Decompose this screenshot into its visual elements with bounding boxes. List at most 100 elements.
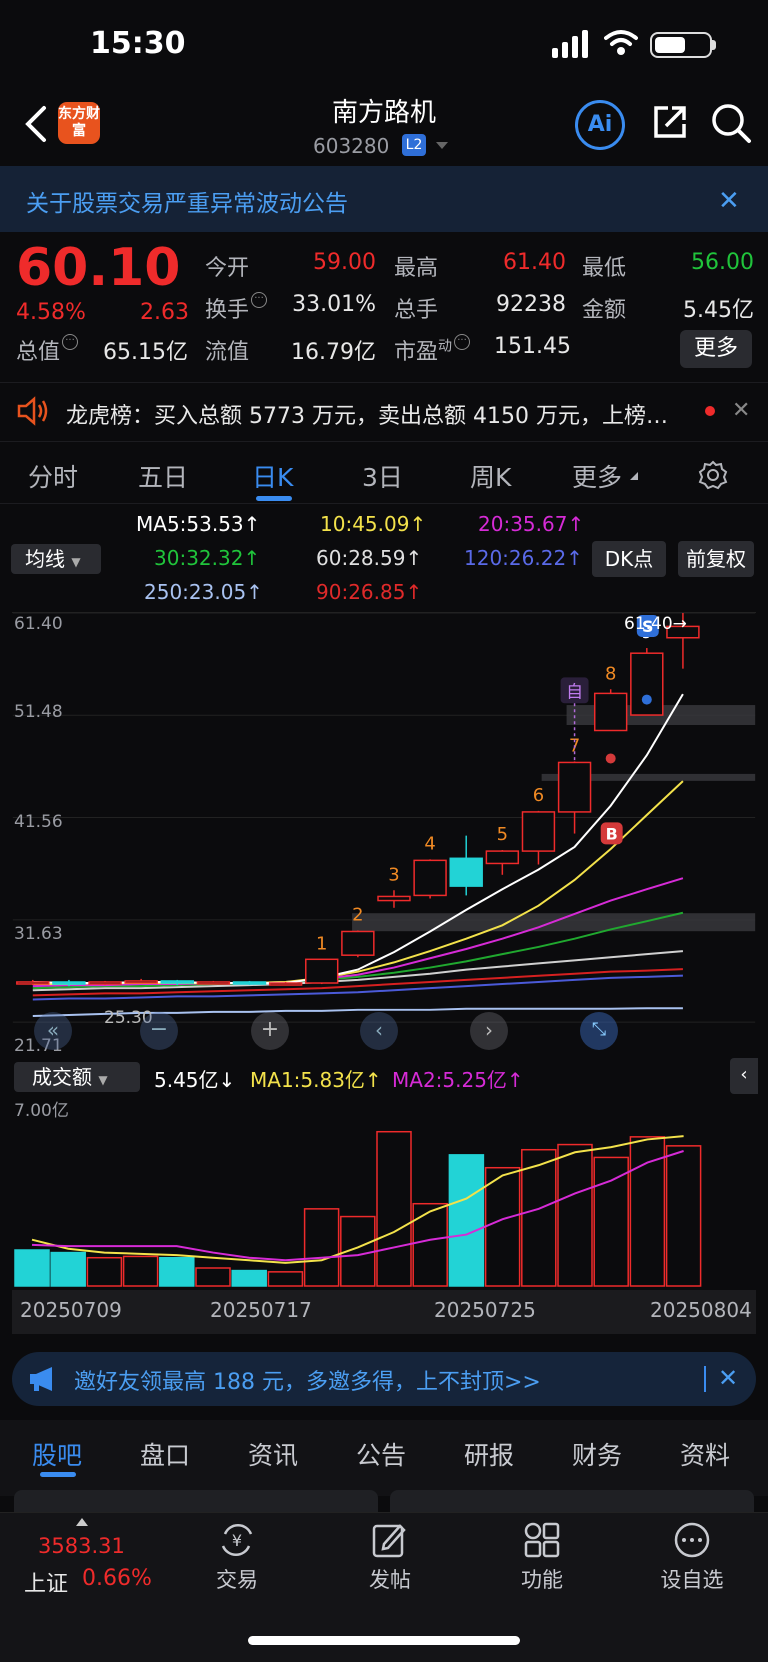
info-icon[interactable]: ··· (62, 334, 79, 350)
tab-more[interactable]: 更多 (572, 458, 622, 494)
scroll-right-icon[interactable]: › (470, 1012, 508, 1050)
volume-indicator-select[interactable]: 成交额 ▼ (14, 1062, 140, 1092)
mcap-value: 65.15亿 (103, 340, 188, 365)
ma10-value: 10:45.09↑ (320, 512, 427, 536)
scroll-left-icon[interactable]: ‹ (360, 1012, 398, 1050)
volume-ma2: MA2:5.25亿↑ (392, 1068, 524, 1092)
close-icon[interactable]: ✕ (732, 398, 750, 423)
tab-profile[interactable]: 资料 (680, 1436, 730, 1472)
tab-guba[interactable]: 股吧 (32, 1436, 82, 1472)
add-watchlist-label[interactable]: 设自选 (642, 1564, 742, 1594)
stock-code: 603280 (313, 134, 390, 158)
ai-button[interactable]: Ai (575, 100, 625, 150)
y-axis-label: 31.63 (14, 924, 63, 944)
td-count-label: 2 (352, 904, 363, 925)
volume-bar (593, 1156, 629, 1287)
home-indicator (248, 1636, 520, 1645)
volume-bar (267, 1271, 304, 1287)
share-icon[interactable] (650, 102, 690, 142)
tab-pankou[interactable]: 盘口 (140, 1436, 190, 1472)
close-icon[interactable]: ✕ (718, 1364, 738, 1392)
card-preview[interactable] (14, 1490, 378, 1512)
y-axis-label: 61.40 (14, 614, 63, 634)
post-label[interactable]: 发帖 (340, 1564, 440, 1594)
functions-icon[interactable] (522, 1520, 562, 1560)
dk-point-button[interactable]: DK点 (592, 541, 666, 577)
candlestick-chart[interactable]: 123456789BS自 (12, 612, 756, 1056)
index-value[interactable]: 3583.31 (38, 1534, 125, 1558)
l2-badge[interactable]: L2 (402, 134, 426, 156)
notice-text[interactable]: 关于股票交易严重异常波动公告 (26, 184, 348, 218)
search-icon[interactable] (710, 102, 752, 144)
invite-text[interactable]: 邀好友领最高 188 元，多邀多得，上不封顶>> (74, 1364, 541, 1396)
tab-three-day[interactable]: 3日 (362, 458, 403, 494)
trade-label[interactable]: 交易 (187, 1564, 287, 1594)
index-percent[interactable]: 0.66% (82, 1566, 152, 1591)
card-preview[interactable] (390, 1490, 754, 1512)
tab-minute[interactable]: 分时 (28, 458, 78, 494)
change-amount: 2.63 (140, 300, 189, 325)
candle-body (268, 982, 303, 986)
date-label: 20250717 (210, 1298, 312, 1322)
ma20-value: 20:35.67↑ (478, 512, 585, 536)
index-name[interactable]: 上证 (24, 1566, 68, 1598)
tab-daily-k[interactable]: 日K (252, 458, 293, 494)
collapse-panel-icon[interactable]: ‹ (730, 1058, 758, 1094)
high-label: 最高 (394, 256, 439, 281)
pe-value: 151.45 (494, 334, 571, 359)
fullscreen-icon[interactable]: ⤡ (580, 1012, 618, 1050)
volume-bar (484, 1166, 521, 1287)
dragon-tiger-text[interactable]: 龙虎榜：买入总额 5773 万元，卖出总额 4150 万元，上榜… (66, 398, 696, 430)
tab-five-day[interactable]: 五日 (138, 458, 188, 494)
td-count-label: 3 (388, 864, 399, 885)
ma30-value: 30:32.32↑ (154, 546, 261, 570)
tab-news[interactable]: 资讯 (248, 1436, 298, 1472)
scroll-left-fast-icon[interactable]: « (34, 1012, 72, 1050)
info-icon[interactable]: ··· (454, 334, 471, 350)
functions-label[interactable]: 功能 (492, 1564, 592, 1594)
zoom-in-icon[interactable]: + (251, 1012, 289, 1050)
indicator-select[interactable]: 均线 ▼ (11, 544, 101, 574)
volume-ma1: MA1:5.83亿↑ (250, 1068, 382, 1092)
float-label: 流值 (205, 340, 250, 365)
tab-weekly-k[interactable]: 周K (470, 458, 511, 494)
tab-announcements[interactable]: 公告 (356, 1436, 406, 1472)
mcap-label[interactable]: 总值 ··· (16, 334, 79, 366)
candle-body (413, 859, 447, 897)
volume-bar (665, 1145, 702, 1287)
turnover-label[interactable]: 换手 ··· (205, 292, 268, 324)
candle-body (160, 980, 194, 984)
settings-icon[interactable] (698, 460, 728, 490)
close-icon[interactable]: ✕ (718, 186, 740, 216)
volume-chart[interactable] (12, 1096, 756, 1288)
trade-icon[interactable]: ¥ (217, 1520, 257, 1560)
wifi-icon (604, 30, 638, 55)
speaker-icon (17, 396, 48, 426)
y-axis-label: 51.48 (14, 702, 63, 722)
chevron-down-icon[interactable] (436, 142, 448, 149)
candle-body (341, 930, 375, 956)
add-watchlist-icon[interactable] (672, 1520, 712, 1560)
y-axis-label: 41.56 (14, 812, 63, 832)
candle-body (232, 981, 267, 985)
adjust-mode-button[interactable]: 前复权 (678, 541, 754, 577)
info-icon[interactable]: ··· (251, 292, 268, 308)
candle-body (630, 652, 664, 716)
high-value: 61.40 (503, 250, 566, 275)
battery-icon (650, 32, 712, 58)
expand-up-icon[interactable] (76, 1518, 88, 1526)
td-count-label: 1 (316, 933, 327, 954)
ma250-value: 250:23.05↑ (144, 580, 263, 604)
tab-research[interactable]: 研报 (464, 1436, 514, 1472)
pe-label[interactable]: 市盈动 ··· (394, 334, 471, 366)
candle-body (593, 692, 628, 732)
tab-finance[interactable]: 财务 (572, 1436, 622, 1472)
date-label: 20250709 (20, 1298, 122, 1322)
more-button[interactable]: 更多 (680, 330, 752, 368)
volume-bar (231, 1269, 267, 1287)
candle-body (305, 958, 339, 984)
post-icon[interactable] (370, 1520, 410, 1560)
candle-body (557, 761, 592, 813)
zoom-out-icon[interactable]: − (140, 1012, 178, 1050)
change-percent: 4.58% (16, 300, 86, 325)
